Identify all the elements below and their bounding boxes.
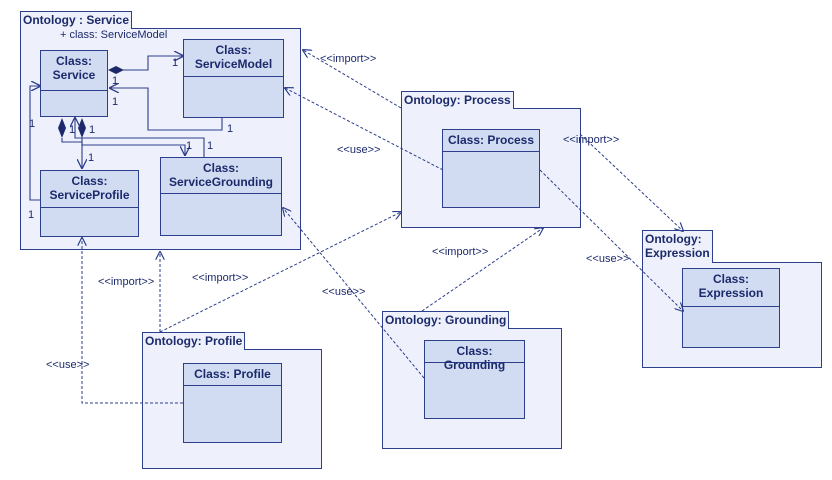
mult-model-1b: 1 (227, 123, 234, 135)
import-grounding-process (421, 228, 543, 312)
diamond-service-model (108, 66, 124, 74)
import-process-expression (579, 133, 683, 231)
label-use-grounding-servicegrounding: <<use>> (322, 286, 366, 298)
mult-grounding-1b: 1 (207, 140, 214, 152)
composition-service-profile (61, 138, 82, 168)
label-import-grounding-process: <<import>> (432, 246, 489, 258)
mult-comp-1a: 1 (69, 124, 76, 136)
label-use-process-expression: <<use>> (586, 253, 630, 265)
mult-service-1c: 1 (29, 118, 36, 130)
mult-service-1b: 1 (112, 96, 119, 108)
use-process-expression (539, 169, 683, 311)
composition-service-grounding (81, 138, 185, 155)
label-import-process-expression: <<import>> (563, 134, 620, 146)
mult-profile-1b: 1 (28, 209, 35, 221)
use-profile-serviceprofile (82, 238, 183, 404)
link-profile-to-service (29, 86, 40, 201)
label-use-process-servicemodel: <<use>> (337, 144, 381, 156)
label-import-process-service: <<import>> (320, 53, 377, 65)
mult-model-1a: 1 (172, 57, 179, 69)
diamond-service-profile (58, 118, 66, 138)
mult-comp-1b: 1 (89, 124, 96, 136)
label-import-profile-service: <<import>> (98, 276, 155, 288)
mult-grounding-1a: 1 (186, 140, 193, 152)
mult-service-1a: 1 (112, 75, 119, 87)
use-process-servicemodel (285, 88, 444, 171)
mult-profile-1a: 1 (88, 152, 95, 164)
diamond-service-grounding (78, 118, 86, 138)
connector-layer (29, 0, 832, 404)
label-import-profile-process: <<import>> (192, 272, 249, 284)
link-model-to-service (110, 88, 223, 131)
diagram-canvas: Ontology : Service + class: ServiceModel… (0, 0, 832, 480)
label-use-profile-serviceprofile: <<use>> (46, 359, 90, 371)
